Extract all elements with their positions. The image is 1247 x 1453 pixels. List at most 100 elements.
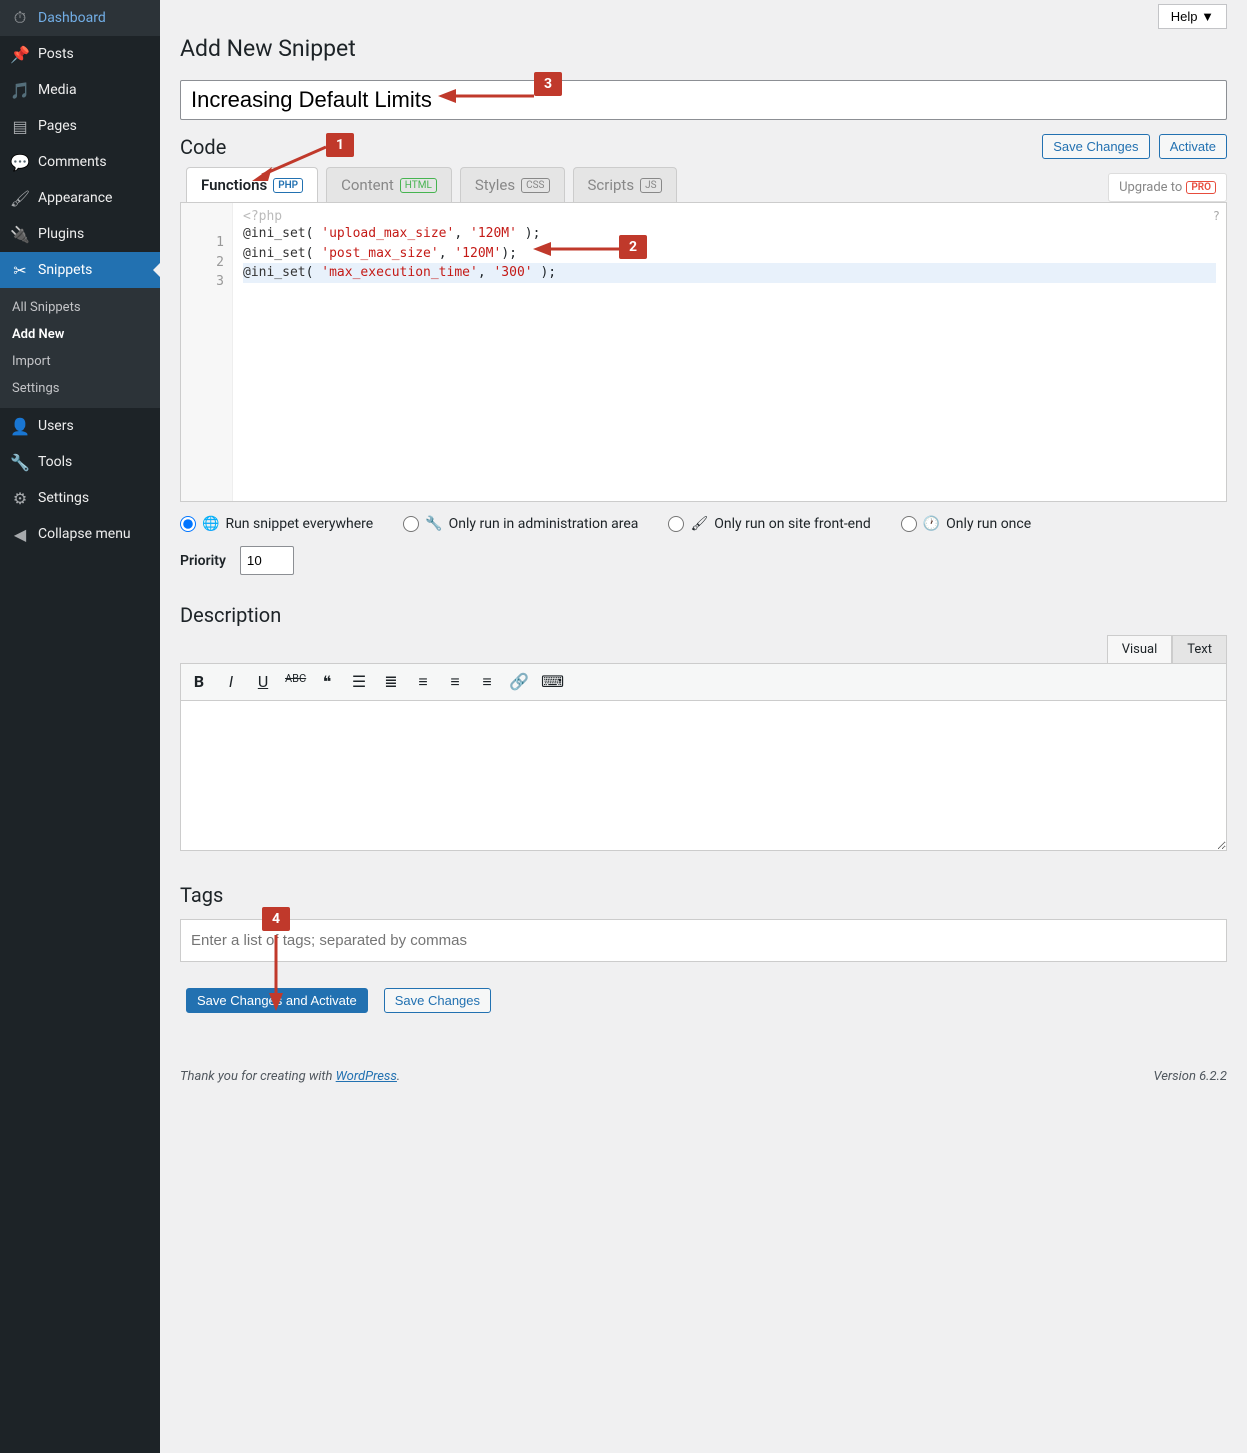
- sidebar-item-plugins[interactable]: 🔌Plugins: [0, 216, 160, 252]
- footer-text: .: [397, 1069, 400, 1084]
- code-line: @ini_set( 'max_execution_time', '300' );: [243, 263, 1216, 283]
- footer: Thank you for creating with WordPress. V…: [180, 1069, 1227, 1084]
- brush-icon: 🖌: [690, 516, 708, 532]
- sidebar-item-dashboard[interactable]: ⏱ Dashboard: [0, 0, 160, 36]
- run-label: Run snippet everywhere: [225, 516, 373, 532]
- sidebar-item-snippets[interactable]: ✂Snippets: [0, 252, 160, 288]
- save-button[interactable]: Save Changes: [384, 988, 491, 1013]
- desc-text-tab[interactable]: Text: [1172, 635, 1227, 663]
- italic-button[interactable]: I: [221, 672, 241, 692]
- strike-button[interactable]: ABC: [285, 672, 305, 692]
- sidebar-item-label: Posts: [38, 46, 74, 62]
- plug-icon: 🔌: [10, 224, 30, 244]
- run-admin[interactable]: 🔧 Only run in administration area: [403, 516, 638, 532]
- save-changes-button[interactable]: Save Changes: [1042, 134, 1149, 159]
- pro-badge: PRO: [1186, 181, 1216, 194]
- tab-label: Styles: [475, 176, 515, 194]
- sidebar-item-pages[interactable]: ▤Pages: [0, 108, 160, 144]
- code-area[interactable]: <?php @ini_set( 'upload_max_size', '120M…: [233, 203, 1226, 501]
- pin-icon: 📌: [10, 44, 30, 64]
- gauge-icon: ⏱: [10, 8, 30, 28]
- submenu-settings[interactable]: Settings: [0, 375, 160, 402]
- version-text: Version 6.2.2: [1153, 1069, 1227, 1084]
- priority-input[interactable]: [240, 546, 294, 575]
- tags-input[interactable]: [180, 919, 1227, 962]
- callout-1: 1: [326, 133, 354, 157]
- ul-button[interactable]: ☰: [349, 672, 369, 692]
- footer-text: Thank you for creating with: [180, 1069, 336, 1084]
- line-number: 1: [181, 233, 224, 253]
- sidebar-item-appearance[interactable]: 🖌 Appearance: [0, 180, 160, 216]
- sidebar-item-comments[interactable]: 💬Comments: [0, 144, 160, 180]
- align-left-button[interactable]: ≡: [413, 672, 433, 692]
- sidebar-item-users[interactable]: 👤 Users: [0, 408, 160, 444]
- editor-help[interactable]: ?: [1213, 209, 1220, 223]
- sidebar-item-media[interactable]: 🎵Media: [0, 72, 160, 108]
- priority-label: Priority: [180, 553, 226, 569]
- snippet-title-input[interactable]: [180, 80, 1227, 120]
- radio-frontend[interactable]: [668, 516, 684, 532]
- wrench-icon: 🔧: [10, 452, 30, 472]
- activate-button[interactable]: Activate: [1159, 134, 1227, 159]
- wordpress-link[interactable]: WordPress: [336, 1069, 397, 1084]
- sidebar-item-label: Appearance: [38, 190, 112, 206]
- run-frontend[interactable]: 🖌Only run on site front-end: [668, 516, 870, 532]
- line-gutter: 1 2 3: [181, 203, 233, 501]
- sidebar-collapse[interactable]: ◀Collapse menu: [0, 516, 160, 552]
- main-content: Help ▼ Add New Snippet 3 Code Save Chang…: [160, 0, 1247, 1453]
- run-everywhere[interactable]: 🌐 Run snippet everywhere: [180, 516, 373, 532]
- wrench-icon: 🔧: [425, 516, 442, 532]
- radio-admin[interactable]: [403, 516, 419, 532]
- sidebar-item-settings[interactable]: ⚙Settings: [0, 480, 160, 516]
- run-label: Only run once: [946, 516, 1031, 532]
- brush-icon: 🖌: [10, 188, 30, 208]
- submenu-add-new[interactable]: Add New: [0, 321, 160, 348]
- sidebar-item-label: Dashboard: [38, 10, 106, 26]
- sidebar-item-label: Pages: [38, 118, 77, 134]
- sidebar-item-label: Media: [38, 82, 77, 98]
- line-number: 2: [181, 253, 224, 273]
- user-icon: 👤: [10, 416, 30, 436]
- sidebar-item-label: Snippets: [38, 262, 92, 278]
- editor-toolbar: B I U ABC ❝ ☰ ≣ ≡ ≡ ≡ 🔗 ⌨: [180, 663, 1227, 701]
- quote-button[interactable]: ❝: [317, 672, 337, 692]
- run-label: Only run in administration area: [449, 516, 639, 532]
- desc-visual-tab[interactable]: Visual: [1107, 635, 1173, 663]
- keyboard-button[interactable]: ⌨: [541, 672, 561, 692]
- ol-button[interactable]: ≣: [381, 672, 401, 692]
- bold-button[interactable]: B: [189, 672, 209, 692]
- align-center-button[interactable]: ≡: [445, 672, 465, 692]
- description-textarea[interactable]: [180, 701, 1227, 851]
- sidebar-item-label: Users: [38, 418, 74, 434]
- upgrade-pro-button[interactable]: Upgrade toPRO: [1108, 173, 1227, 202]
- link-button[interactable]: 🔗: [509, 672, 529, 692]
- underline-button[interactable]: U: [253, 672, 273, 692]
- tab-styles[interactable]: Styles CSS: [460, 167, 565, 202]
- tab-scripts[interactable]: Scripts JS: [573, 167, 677, 202]
- globe-icon: 🌐: [202, 516, 219, 532]
- code-editor[interactable]: 1 2 3 <?php @ini_set( 'upload_max_size',…: [180, 202, 1227, 502]
- tab-badge: CSS: [521, 178, 549, 193]
- page-title: Add New Snippet: [180, 35, 1227, 62]
- sidebar-item-posts[interactable]: 📌 Posts: [0, 36, 160, 72]
- callout-3: 3: [534, 72, 562, 96]
- submenu-all-snippets[interactable]: All Snippets: [0, 294, 160, 321]
- callout-2: 2: [619, 235, 647, 259]
- radio-everywhere[interactable]: [180, 516, 196, 532]
- radio-once[interactable]: [901, 516, 917, 532]
- sidebar-item-tools[interactable]: 🔧Tools: [0, 444, 160, 480]
- run-once[interactable]: 🕐Only run once: [901, 516, 1031, 532]
- tags-heading: Tags: [180, 883, 1227, 907]
- help-button[interactable]: Help ▼: [1158, 4, 1227, 29]
- sliders-icon: ⚙: [10, 488, 30, 508]
- code-line: @ini_set( 'upload_max_size', '120M' );: [243, 224, 1216, 244]
- tab-label: Scripts: [588, 176, 635, 194]
- align-right-button[interactable]: ≡: [477, 672, 497, 692]
- code-heading: Code: [180, 135, 226, 159]
- tab-badge: JS: [640, 178, 661, 193]
- admin-sidebar: ⏱ Dashboard 📌 Posts 🎵Media ▤Pages 💬Comment…: [0, 0, 160, 1453]
- tab-content[interactable]: ContentHTML: [326, 167, 452, 202]
- sidebar-item-label: Comments: [38, 154, 107, 170]
- submenu-import[interactable]: Import: [0, 348, 160, 375]
- code-line: @ini_set( 'post_max_size', '120M');: [243, 244, 1216, 264]
